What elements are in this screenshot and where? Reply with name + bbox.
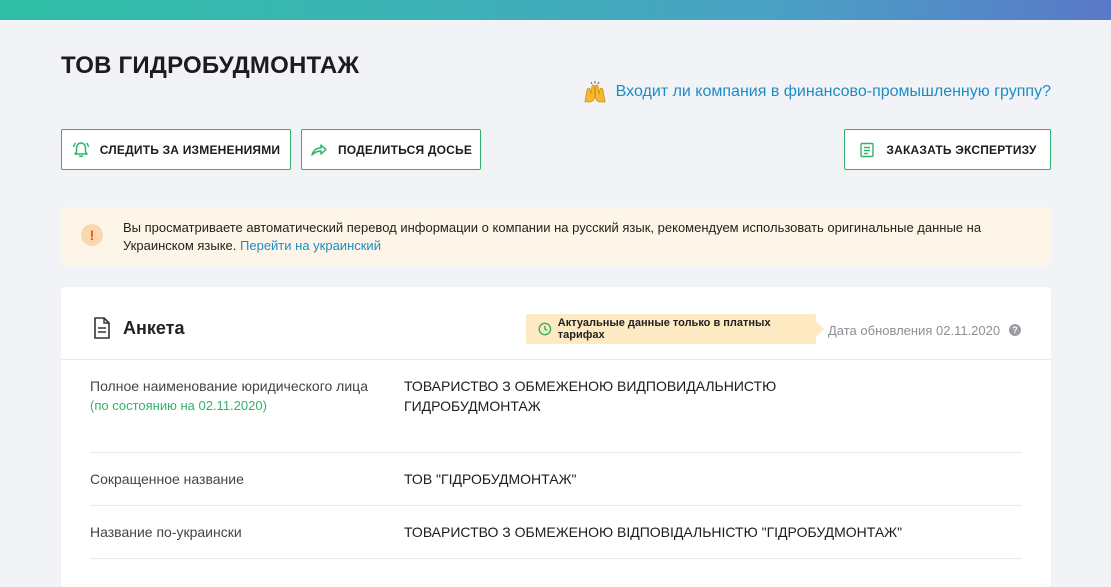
- top-gradient-bar: [0, 0, 1111, 20]
- clock-icon: [538, 322, 552, 336]
- bell-icon: [72, 141, 89, 157]
- fig-question-text: Входит ли компания в финансово-промышлен…: [615, 83, 1051, 100]
- full-name-label: Полное наименование юридического лица: [90, 378, 368, 394]
- short-name-value: ТОВ "ГІДРОБУДМОНТАЖ": [404, 471, 577, 487]
- follow-changes-button[interactable]: СЛЕДИТЬ ЗА ИЗМЕНЕНИЯМИ: [61, 129, 291, 170]
- table-row: Полное наименование юридического лица (п…: [90, 360, 1022, 453]
- paid-data-badge[interactable]: Актуальные данные только в платных тариф…: [526, 314, 824, 344]
- order-expertise-label: ЗАКАЗАТЬ ЭКСПЕРТИЗУ: [886, 142, 1037, 157]
- document-icon: [94, 317, 110, 339]
- row-label: Полное наименование юридического лица (п…: [90, 376, 370, 416]
- notice-text: Вы просматриваете автоматический перевод…: [123, 219, 1013, 255]
- order-expertise-button[interactable]: ЗАКАЗАТЬ ЭКСПЕРТИЗУ: [844, 129, 1051, 170]
- short-name-label: Сокращенное название: [90, 471, 244, 487]
- ukrainian-name-value: ТОВАРИСТВО З ОБМЕЖЕНОЮ ВІДПОВІДАЛЬНІСТЮ …: [404, 524, 903, 540]
- table-row: Название по-украински ТОВАРИСТВО З ОБМЕЖ…: [90, 505, 1022, 559]
- status-date-note: (по состоянию на 02.11.2020): [90, 398, 267, 413]
- raised-hands-icon: [582, 80, 608, 104]
- paid-data-text: Актуальные данные только в платных тариф…: [557, 317, 771, 341]
- anketa-title: Анкета: [123, 318, 185, 338]
- checklist-icon: [860, 142, 875, 157]
- share-arrow-icon: [311, 143, 327, 156]
- table-row: Сокращенное название ТОВ "ГІДРОБУДМОНТАЖ…: [90, 452, 1022, 506]
- follow-changes-label: СЛЕДИТЬ ЗА ИЗМЕНЕНИЯМИ: [99, 142, 281, 157]
- fig-question-link[interactable]: Входит ли компания в финансово-промышлен…: [582, 80, 1051, 104]
- exclamation-icon: !: [81, 224, 103, 246]
- page-title: ТОВ ГИДРОБУДМОНТАЖ: [61, 52, 360, 79]
- question-icon[interactable]: ?: [1009, 324, 1021, 336]
- anketa-header: Анкета Актуальные данные только в платны…: [61, 287, 1051, 360]
- anketa-card: Анкета Актуальные данные только в платны…: [61, 287, 1051, 587]
- full-name-value: ТОВАРИСТВО З ОБМЕЖЕНОЮ ВИДПОВИДАЛЬНИСТЮ …: [404, 378, 777, 414]
- switch-to-ukrainian-link[interactable]: Перейти на украинский: [240, 238, 381, 253]
- translation-notice: ! Вы просматриваете автоматический перев…: [61, 207, 1051, 266]
- ukrainian-name-label: Название по-украински: [90, 524, 242, 540]
- share-dossier-button[interactable]: ПОДЕЛИТЬСЯ ДОСЬЕ: [301, 129, 481, 170]
- update-date: Дата обновления 02.11.2020: [828, 323, 1001, 338]
- share-dossier-label: ПОДЕЛИТЬСЯ ДОСЬЕ: [337, 142, 473, 157]
